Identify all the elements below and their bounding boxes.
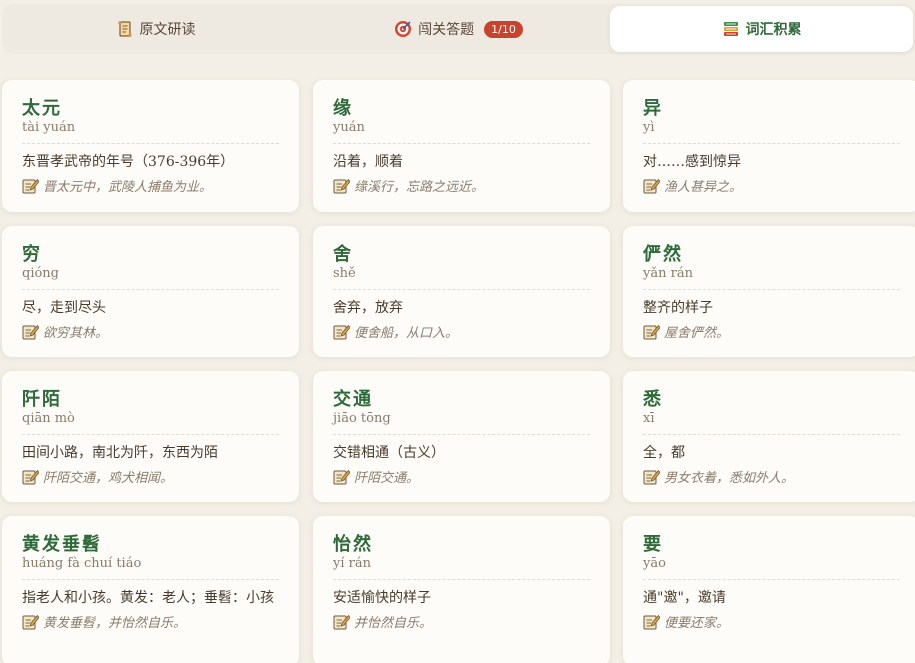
example-text: 缘溪行，忘路之远近。 xyxy=(354,180,485,195)
vocab-pinyin: yí rán xyxy=(333,556,590,580)
vocab-card[interactable]: 舍 shě 舍弃，放弃便舍船，从口入。 xyxy=(313,226,610,357)
note-icon xyxy=(22,178,39,194)
example-text: 屋舍俨然。 xyxy=(664,326,730,341)
vocab-example: 阡陌交通，鸡犬相闻。 xyxy=(22,467,279,486)
tab-bar: 原文研读 闯关答题 1/10 词汇积累 xyxy=(2,4,915,54)
vocab-example: 渔人甚异之。 xyxy=(643,176,900,195)
vocab-pinyin: jiāo tōng xyxy=(333,411,590,435)
note-icon xyxy=(643,469,660,485)
example-text: 晋太元中，武陵人捕鱼为业。 xyxy=(43,180,213,195)
vocab-word: 缘 xyxy=(333,98,353,119)
vocab-example: 便要还家。 xyxy=(643,612,900,631)
vocab-card[interactable]: 穷 qióng 尽，走到尽头欲穷其林。 xyxy=(2,226,299,357)
note-icon xyxy=(643,614,660,630)
vocab-meaning: 对……感到惊异 xyxy=(643,154,741,170)
vocab-meaning: 交错相通（古义） xyxy=(333,445,445,461)
target-icon xyxy=(394,20,412,38)
example-text: 阡陌交通。 xyxy=(354,471,420,486)
vocab-word: 穷 xyxy=(22,244,42,265)
vocab-meaning: 尽，走到尽头 xyxy=(22,300,106,316)
example-text: 黄发垂髫，并怡然自乐。 xyxy=(43,616,187,631)
example-text: 欲穷其林。 xyxy=(43,326,109,341)
vocab-pinyin: shě xyxy=(333,266,590,290)
tab-label: 词汇积累 xyxy=(745,22,802,38)
tab-label: 原文研读 xyxy=(139,22,196,38)
note-icon xyxy=(333,469,350,485)
vocab-word: 要 xyxy=(643,534,663,555)
vocab-pinyin: yì xyxy=(643,120,900,144)
tab-vocabulary[interactable]: 词汇积累 xyxy=(610,6,913,52)
vocab-pinyin: tài yuán xyxy=(22,120,279,144)
vocab-example: 屋舍俨然。 xyxy=(643,322,900,341)
vocab-card[interactable]: 要 yāo 通"邀"，邀请便要还家。 xyxy=(623,516,915,663)
vocab-card[interactable]: 俨然 yǎn rán 整齐的样子屋舍俨然。 xyxy=(623,226,915,357)
vocab-word: 黄发垂髫 xyxy=(22,534,102,555)
note-icon xyxy=(333,324,350,340)
tab-quiz[interactable]: 闯关答题 1/10 xyxy=(307,6,610,52)
vocab-meaning: 沿着，顺着 xyxy=(333,154,403,170)
vocab-pinyin: yāo xyxy=(643,556,900,580)
vocab-example: 黄发垂髫，并怡然自乐。 xyxy=(22,612,279,631)
vocab-word: 悉 xyxy=(643,389,663,410)
books-icon xyxy=(722,20,740,38)
vocab-meaning: 通"邀"，邀请 xyxy=(643,590,726,606)
vocab-pinyin: qióng xyxy=(22,266,279,290)
vocab-word: 怡然 xyxy=(333,534,373,555)
vocab-card[interactable]: 怡然 yí rán 安适愉快的样子并怡然自乐。 xyxy=(313,516,610,663)
vocab-word: 交通 xyxy=(333,389,373,410)
vocab-meaning: 东晋孝武帝的年号（376-396年） xyxy=(22,154,235,170)
vocab-card[interactable]: 交通 jiāo tōng 交错相通（古义） 阡陌交通。 xyxy=(313,371,610,502)
example-text: 并怡然自乐。 xyxy=(354,616,433,631)
vocab-word: 异 xyxy=(643,98,663,119)
vocab-meaning: 指老人和小孩。黄发：老人；垂髫：小孩 xyxy=(22,590,274,606)
vocab-meaning: 全，都 xyxy=(643,445,685,461)
vocab-example: 晋太元中，武陵人捕鱼为业。 xyxy=(22,176,279,195)
vocab-pinyin: yuán xyxy=(333,120,590,144)
note-icon xyxy=(333,614,350,630)
example-text: 便舍船，从口入。 xyxy=(354,326,459,341)
scroll-icon xyxy=(116,20,134,38)
vocab-card[interactable]: 黄发垂髫 huáng fà chuí tiáo 指老人和小孩。黄发：老人；垂髫：小孩… xyxy=(2,516,299,663)
tab-original-text[interactable]: 原文研读 xyxy=(4,6,307,52)
vocab-card[interactable]: 悉 xī 全，都男女衣着，悉如外人。 xyxy=(623,371,915,502)
vocab-card[interactable]: 太元 tài yuán 东晋孝武帝的年号（376-396年） 晋太元中，武陵人捕鱼为业… xyxy=(2,80,299,212)
vocab-meaning: 舍弃，放弃 xyxy=(333,300,403,316)
vocab-word: 舍 xyxy=(333,244,353,265)
progress-badge: 1/10 xyxy=(484,20,523,38)
vocab-meaning: 田间小路，南北为阡，东西为陌 xyxy=(22,445,218,461)
vocab-card[interactable]: 阡陌 qiān mò 田间小路，南北为阡，东西为陌阡陌交通，鸡犬相闻。 xyxy=(2,371,299,502)
vocab-pinyin: xī xyxy=(643,411,900,435)
note-icon xyxy=(643,178,660,194)
example-text: 渔人甚异之。 xyxy=(664,180,743,195)
vocab-pinyin: huáng fà chuí tiáo xyxy=(22,556,279,580)
note-icon xyxy=(333,178,350,194)
vocab-example: 便舍船，从口入。 xyxy=(333,322,590,341)
note-icon xyxy=(22,324,39,340)
tab-label: 闯关答题 xyxy=(418,22,475,38)
vocab-pinyin: yǎn rán xyxy=(643,266,900,290)
vocab-word: 太元 xyxy=(22,98,62,119)
note-icon xyxy=(643,324,660,340)
vocab-example: 并怡然自乐。 xyxy=(333,612,590,631)
vocab-example: 男女衣着，悉如外人。 xyxy=(643,467,900,486)
note-icon xyxy=(22,614,39,630)
example-text: 男女衣着，悉如外人。 xyxy=(664,471,795,486)
vocab-example: 欲穷其林。 xyxy=(22,322,279,341)
vocab-meaning: 安适愉快的样子 xyxy=(333,590,431,606)
note-icon xyxy=(22,469,39,485)
vocab-example: 缘溪行，忘路之远近。 xyxy=(333,176,590,195)
vocab-meaning: 整齐的样子 xyxy=(643,300,713,316)
vocab-example: 阡陌交通。 xyxy=(333,467,590,486)
vocab-word: 俨然 xyxy=(643,244,683,265)
vocab-word: 阡陌 xyxy=(22,389,62,410)
example-text: 便要还家。 xyxy=(664,616,730,631)
example-text: 阡陌交通，鸡犬相闻。 xyxy=(43,471,174,486)
vocab-pinyin: qiān mò xyxy=(22,411,279,435)
vocab-card[interactable]: 缘 yuán 沿着，顺着缘溪行，忘路之远近。 xyxy=(313,80,610,212)
vocab-card[interactable]: 异 yì 对……感到惊异渔人甚异之。 xyxy=(623,80,915,212)
